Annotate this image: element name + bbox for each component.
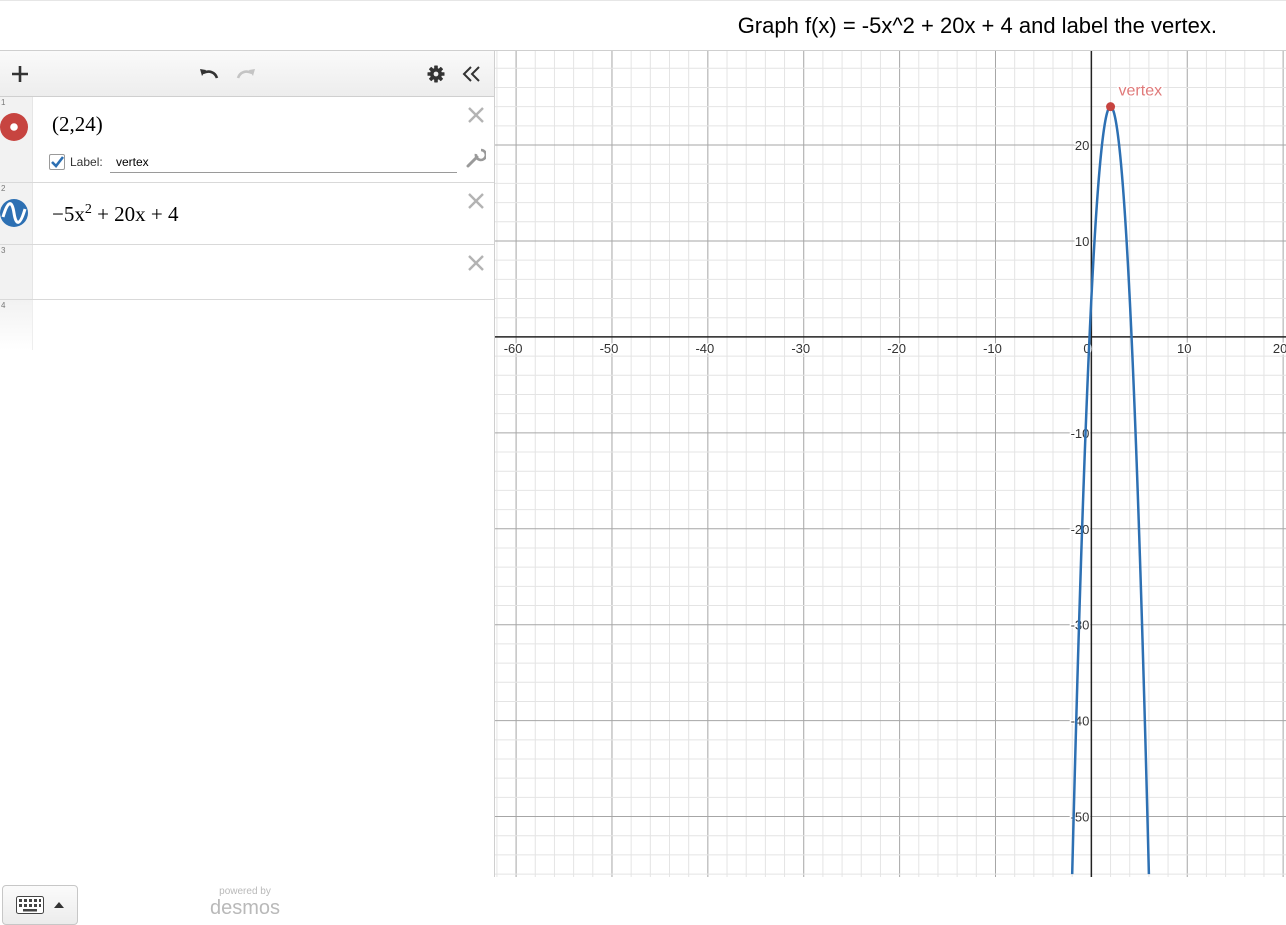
expression-math[interactable]: (2,24) xyxy=(52,112,103,137)
graph-svg[interactable]: -60 -50 -40 -30 -20 -10 0 10 20-50-40-30-20-1010… xyxy=(495,51,1286,877)
expression-gutter: 2 xyxy=(0,183,33,244)
top-bar: Graph f(x) = -5x^2 + 20x + 4 and label t… xyxy=(0,0,1286,51)
delete-icon[interactable] xyxy=(466,191,486,211)
plus-icon[interactable] xyxy=(7,61,33,87)
delete-icon[interactable] xyxy=(466,253,486,273)
undo-icon[interactable] xyxy=(196,61,222,87)
expression-panel: 1 (2,24) Label: vertex 2 −5x2 + 20x + 4 … xyxy=(0,51,495,925)
x-tick-label: -50 xyxy=(600,341,619,356)
y-tick-label: 20 xyxy=(1075,138,1089,153)
x-tick-label: -30 xyxy=(791,341,810,356)
delete-icon[interactable] xyxy=(466,105,486,125)
x-tick-label: -60 xyxy=(504,341,523,356)
expression-number: 4 xyxy=(1,301,6,310)
expression-math[interactable]: −5x2 + 20x + 4 xyxy=(52,202,179,227)
expression-row-3[interactable]: 3 xyxy=(0,245,494,300)
x-tick-label: -40 xyxy=(695,341,714,356)
graph-paper[interactable]: -60 -50 -40 -30 -20 -10 0 10 20 -50 -40 -30 -20 -10 10… xyxy=(495,51,1286,877)
x-tick-label: 20 xyxy=(1273,341,1286,356)
label-checkbox[interactable] xyxy=(49,154,65,170)
vertex-point xyxy=(1106,102,1116,112)
point-icon[interactable] xyxy=(0,112,30,142)
expression-gutter: 4 xyxy=(0,300,33,350)
wrench-icon[interactable] xyxy=(466,148,488,168)
expression-toolbar xyxy=(0,51,494,97)
expression-row-2[interactable]: 2 −5x2 + 20x + 4 xyxy=(0,183,494,245)
caret-up-icon xyxy=(54,902,64,908)
powered-by-text: powered by xyxy=(219,886,271,897)
x-tick-label: -20 xyxy=(887,341,906,356)
double-chevron-left-icon[interactable] xyxy=(459,61,485,87)
keyboard-icon xyxy=(16,896,44,914)
gear-icon[interactable] xyxy=(423,61,449,87)
label-input-value: vertex xyxy=(116,155,149,169)
curve-icon[interactable] xyxy=(0,198,30,228)
expression-number: 3 xyxy=(1,246,6,255)
expression-row-1[interactable]: 1 (2,24) Label: vertex xyxy=(0,97,494,183)
vertex-label: vertex xyxy=(1119,83,1163,100)
expression-gutter: 1 xyxy=(0,97,33,182)
expression-gutter: 3 xyxy=(0,245,33,299)
desmos-logo-text: desmos xyxy=(209,897,281,919)
y-tick-label: -20 xyxy=(1071,522,1090,537)
x-tick-label: 10 xyxy=(1177,341,1191,356)
y-tick-label: 10 xyxy=(1075,234,1089,249)
expression-number: 1 xyxy=(1,98,6,107)
redo-icon[interactable] xyxy=(233,61,259,87)
label-checkbox-text: Label: xyxy=(70,155,103,169)
y-tick-label: -40 xyxy=(1071,714,1090,729)
label-input[interactable]: vertex xyxy=(110,152,457,173)
x-tick-label: -10 xyxy=(983,341,1002,356)
keyboard-toggle-button[interactable] xyxy=(2,885,78,925)
expression-row-4[interactable]: 4 xyxy=(0,300,494,350)
expression-number: 2 xyxy=(1,184,6,193)
desmos-branding[interactable]: powered by desmos xyxy=(205,886,285,920)
problem-prompt: Graph f(x) = -5x^2 + 20x + 4 and label t… xyxy=(737,13,1217,38)
